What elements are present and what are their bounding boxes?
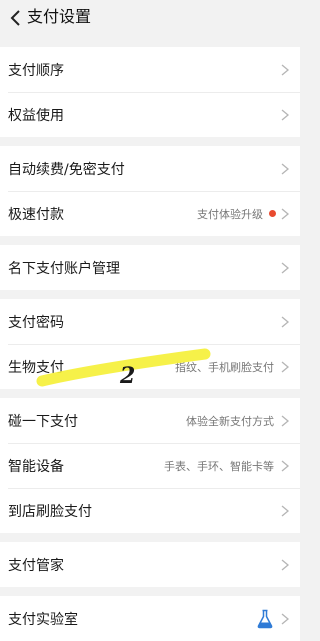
row-benefits-usage[interactable]: 权益使用 bbox=[0, 92, 300, 137]
row-label: 权益使用 bbox=[8, 107, 64, 124]
red-dot-badge bbox=[269, 210, 276, 217]
settings-group-4: 支付密码 生物支付 指纹、手机刷脸支付 bbox=[0, 299, 300, 389]
row-payment-order[interactable]: 支付顺序 bbox=[0, 47, 300, 92]
chevron-right-icon bbox=[281, 559, 290, 570]
chevron-right-icon bbox=[281, 415, 290, 426]
row-subtitle: 指纹、手机刷脸支付 bbox=[175, 360, 274, 374]
chevron-right-icon bbox=[281, 613, 290, 624]
chevron-right-icon bbox=[281, 163, 290, 174]
row-label: 支付实验室 bbox=[8, 611, 78, 628]
row-label: 支付顺序 bbox=[8, 62, 64, 79]
row-account-management[interactable]: 名下支付账户管理 bbox=[0, 245, 300, 290]
row-label: 到店刷脸支付 bbox=[8, 503, 92, 520]
chevron-right-icon bbox=[281, 208, 290, 219]
settings-group-1: 支付顺序 权益使用 bbox=[0, 47, 300, 137]
nav-bar: 支付设置 bbox=[0, 0, 300, 36]
row-subtitle: 手表、手环、智能卡等 bbox=[164, 459, 274, 473]
row-label: 支付密码 bbox=[8, 314, 64, 331]
row-label: 自动续费/免密支付 bbox=[8, 161, 125, 178]
row-payment-lab[interactable]: 支付实验室 bbox=[0, 596, 300, 641]
row-auto-renew[interactable]: 自动续费/免密支付 bbox=[0, 146, 300, 191]
row-express-pay[interactable]: 极速付款 支付体验升级 bbox=[0, 191, 300, 236]
row-label: 名下支付账户管理 bbox=[8, 260, 120, 277]
chevron-right-icon bbox=[281, 505, 290, 516]
row-label: 碰一下支付 bbox=[8, 413, 78, 430]
chevron-right-icon bbox=[281, 460, 290, 471]
row-smart-devices[interactable]: 智能设备 手表、手环、智能卡等 bbox=[0, 443, 300, 488]
flask-icon bbox=[257, 609, 273, 628]
chevron-right-icon bbox=[281, 262, 290, 273]
chevron-right-icon bbox=[281, 109, 290, 120]
row-payment-password[interactable]: 支付密码 bbox=[0, 299, 300, 344]
row-biometric-pay[interactable]: 生物支付 指纹、手机刷脸支付 bbox=[0, 344, 300, 389]
back-arrow-icon[interactable] bbox=[6, 8, 26, 28]
row-tap-to-pay[interactable]: 碰一下支付 体验全新支付方式 bbox=[0, 398, 300, 443]
chevron-right-icon bbox=[281, 316, 290, 327]
row-in-store-face-pay[interactable]: 到店刷脸支付 bbox=[0, 488, 300, 533]
row-label: 生物支付 bbox=[8, 359, 64, 376]
settings-group-2: 自动续费/免密支付 极速付款 支付体验升级 bbox=[0, 146, 300, 236]
settings-group-7: 支付实验室 bbox=[0, 596, 300, 641]
settings-group-5: 碰一下支付 体验全新支付方式 智能设备 手表、手环、智能卡等 到店刷脸支付 bbox=[0, 398, 300, 533]
row-label: 智能设备 bbox=[8, 458, 64, 475]
settings-group-3: 名下支付账户管理 bbox=[0, 245, 300, 290]
page-title: 支付设置 bbox=[27, 7, 92, 26]
row-payment-butler[interactable]: 支付管家 bbox=[0, 542, 300, 587]
row-label: 极速付款 bbox=[8, 206, 64, 223]
chevron-right-icon bbox=[281, 64, 290, 75]
row-label: 支付管家 bbox=[8, 557, 64, 574]
settings-group-6: 支付管家 bbox=[0, 542, 300, 587]
chevron-right-icon bbox=[281, 361, 290, 372]
row-subtitle: 支付体验升级 bbox=[197, 207, 263, 221]
row-subtitle: 体验全新支付方式 bbox=[186, 414, 274, 428]
